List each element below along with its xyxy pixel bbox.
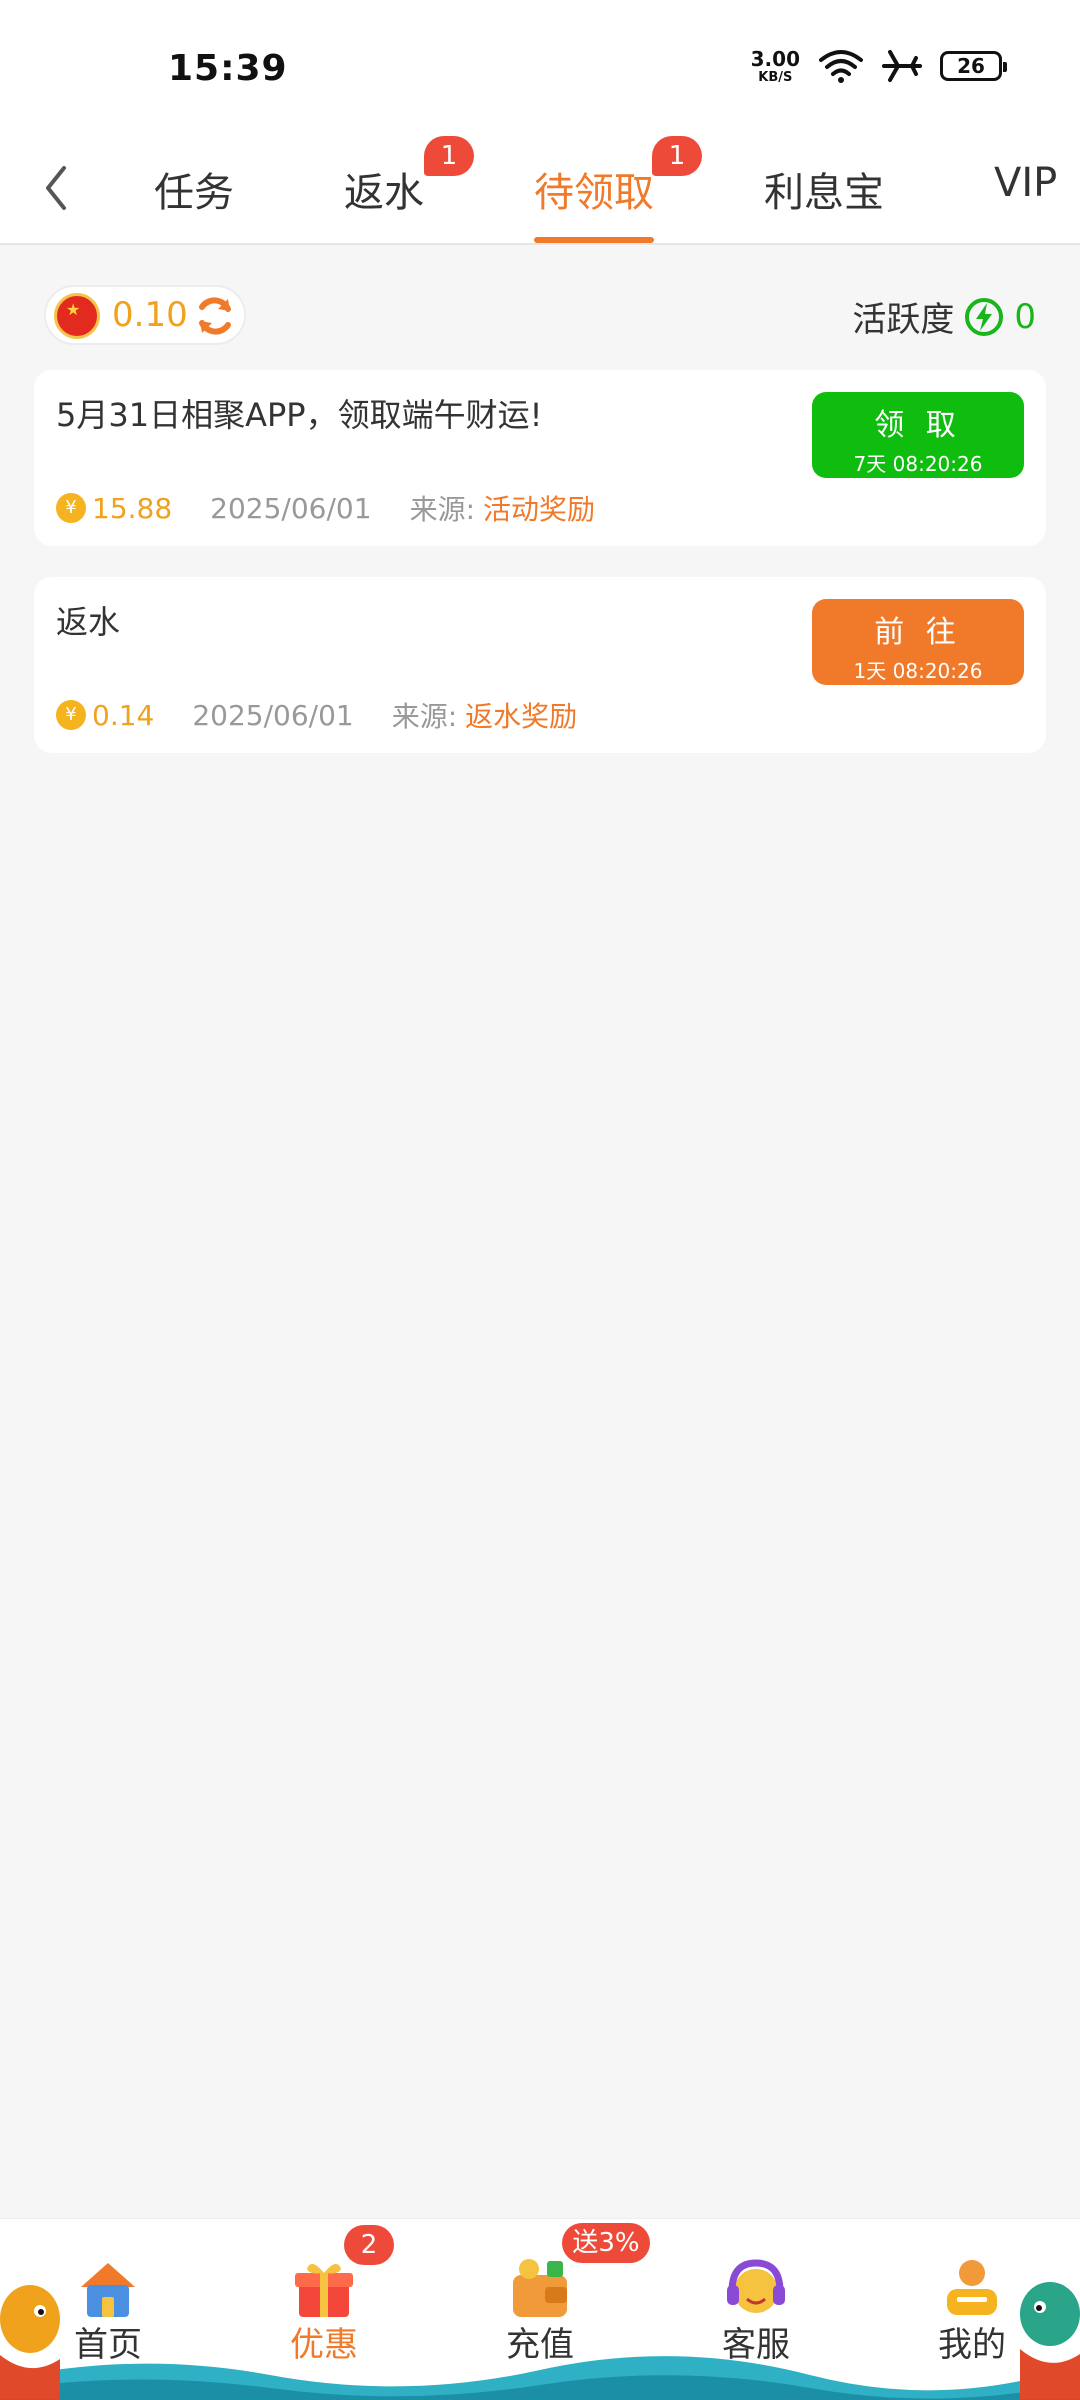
network-speed-value: 3.00 [750, 46, 800, 71]
battery-indicator: 26 [940, 51, 1007, 81]
airplane-mode-icon [882, 50, 922, 82]
tab-pending-badge: 1 [652, 136, 702, 176]
tab-tasks[interactable]: 任务 [154, 160, 234, 218]
network-speed: 3.00 KB/S [751, 49, 800, 84]
nav-home[interactable]: 首页 [48, 2255, 168, 2366]
source-label: 来源: [391, 700, 458, 733]
home-icon [81, 2263, 135, 2317]
reward-amount: 15.88 [92, 491, 173, 525]
claim-button[interactable]: 领 取 7天 08:20:26 [812, 392, 1024, 478]
bottom-navigation: 首页 优惠 2 充值 送3% 客服 我的 [0, 2218, 1080, 2400]
status-bar: 15:39 3.00 KB/S 26 [0, 0, 1080, 130]
go-button[interactable]: 前 往 1天 08:20:26 [812, 599, 1024, 685]
status-icons: 3.00 KB/S 26 [751, 48, 1007, 84]
activity-indicator: 活跃度 0 [852, 292, 1036, 341]
reward-meta: ¥ 15.88 2025/06/01 来源: 活动奖励 [56, 488, 595, 528]
tab-rebate[interactable]: 返水 [344, 160, 424, 218]
nav-home-label: 首页 [74, 2325, 142, 2365]
network-speed-unit: KB/S [758, 69, 793, 85]
reward-amount: 0.14 [92, 698, 155, 732]
profile-icon [947, 2260, 997, 2315]
source-value: 活动奖励 [483, 493, 596, 526]
gift-icon [295, 2263, 353, 2317]
wifi-icon [819, 50, 863, 83]
top-tab-bar: 任务 返水 1 待领取 1 利息宝 VIP [0, 130, 1080, 245]
nav-promotions-label: 优惠 [290, 2325, 358, 2365]
balance-pill: ★ 0.10 [44, 285, 246, 345]
status-time: 15:39 [168, 48, 288, 89]
active-tab-indicator [534, 237, 654, 243]
claim-button-label: 领 取 [874, 408, 962, 443]
reward-title: 5月31日相聚APP，领取端午财运! [56, 396, 543, 434]
source-value: 返水奖励 [465, 700, 578, 733]
yuan-coin-icon: ¥ [56, 700, 86, 730]
back-arrow-icon[interactable] [36, 158, 76, 218]
go-button-label: 前 往 [874, 615, 962, 650]
nav-promotions[interactable]: 优惠 [264, 2255, 384, 2366]
lightning-icon [965, 297, 1004, 336]
nav-support[interactable]: 客服 [696, 2255, 816, 2366]
china-flag-icon: ★ [54, 293, 100, 339]
nav-profile[interactable]: 我的 [912, 2255, 1032, 2366]
headset-icon [727, 2259, 785, 2313]
yuan-coin-icon: ¥ [56, 493, 86, 523]
activity-value: 0 [1014, 296, 1036, 337]
source-label: 来源: [409, 493, 475, 526]
reward-title: 返水 [56, 603, 121, 641]
nav-recharge-label: 充值 [506, 2325, 574, 2365]
nav-profile-label: 我的 [938, 2325, 1006, 2365]
nav-promotions-badge: 2 [344, 2225, 394, 2265]
wallet-icon [513, 2259, 567, 2317]
nav-recharge[interactable]: 充值 [480, 2255, 600, 2366]
activity-label: 活跃度 [852, 300, 955, 340]
go-countdown: 1天 08:20:26 [853, 659, 983, 683]
tab-interest[interactable]: 利息宝 [764, 160, 884, 218]
tab-vip[interactable]: VIP [994, 160, 1057, 206]
tab-rebate-badge: 1 [424, 136, 474, 176]
nav-recharge-badge: 送3% [562, 2223, 650, 2263]
nav-support-label: 客服 [722, 2325, 790, 2365]
reward-date: 2025/06/01 [192, 698, 354, 732]
reward-card: 返水 前 往 1天 08:20:26 ¥ 0.14 2025/06/01 来源:… [34, 577, 1046, 753]
claim-countdown: 7天 08:20:26 [853, 452, 983, 476]
reward-card: 5月31日相聚APP，领取端午财运! 领 取 7天 08:20:26 ¥ 15.… [34, 370, 1046, 546]
reward-date: 2025/06/01 [210, 491, 372, 525]
refresh-icon[interactable] [192, 293, 238, 339]
tab-pending-claim[interactable]: 待领取 [534, 160, 654, 218]
balance-value: 0.10 [112, 295, 188, 335]
reward-meta: ¥ 0.14 2025/06/01 来源: 返水奖励 [56, 695, 577, 735]
